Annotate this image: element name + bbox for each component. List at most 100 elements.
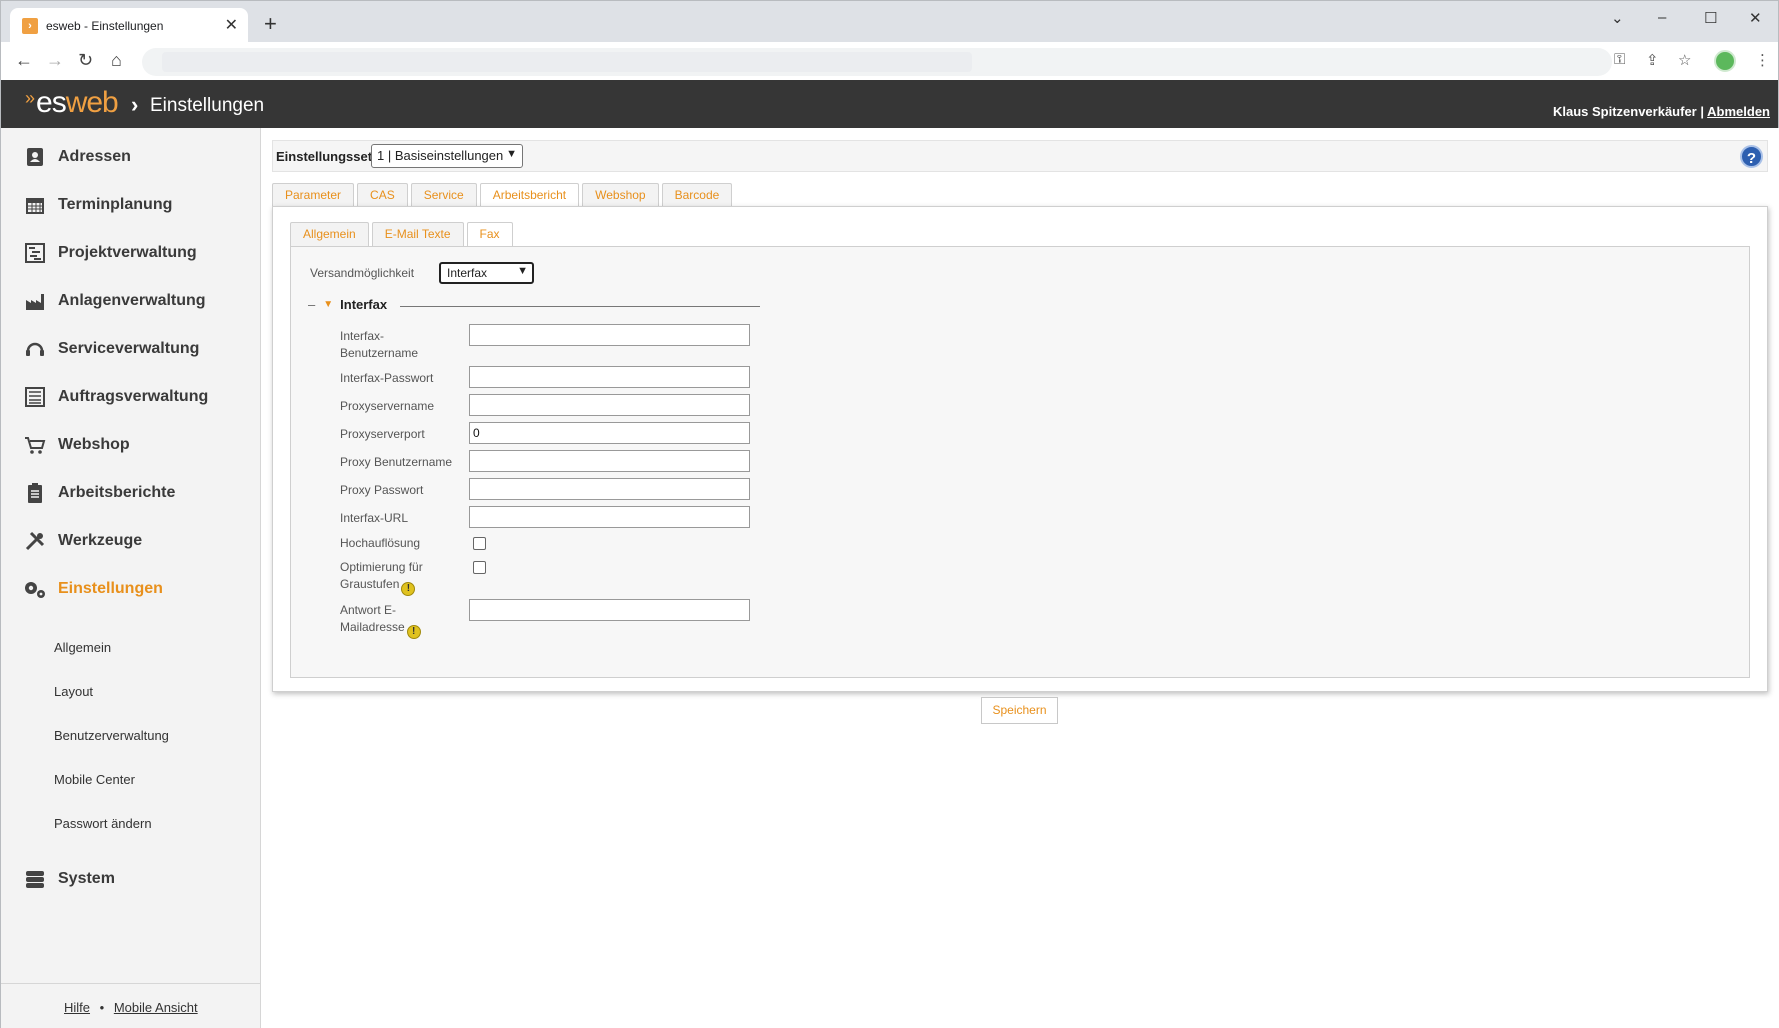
sidebar: Adressen Terminplanung Projektverwaltung… <box>0 128 261 1028</box>
sidebar-item-label: Arbeitsberichte <box>58 484 176 501</box>
grayscale-checkbox[interactable] <box>473 561 486 574</box>
versand-label: Versandmöglichkeit <box>310 266 415 280</box>
sidebar-subitem-benutzerverwaltung[interactable]: Benutzerverwaltung <box>54 728 169 743</box>
sidebar-item-terminplanung[interactable]: Terminplanung <box>22 190 172 220</box>
factory-icon <box>22 288 48 314</box>
sidebar-item-auftragsverwaltung[interactable]: Auftragsverwaltung <box>22 382 208 412</box>
hires-checkbox[interactable] <box>473 537 486 550</box>
triangle-down-icon: ▼ <box>323 299 334 310</box>
sidebar-item-label: Anlagenverwaltung <box>58 292 206 309</box>
password-input[interactable] <box>469 366 750 388</box>
forward-icon[interactable]: → <box>46 50 64 71</box>
close-window-button[interactable]: ✕ <box>1749 9 1762 27</box>
sidebar-item-arbeitsberichte[interactable]: Arbeitsberichte <box>22 478 175 508</box>
sidebar-item-adressen[interactable]: Adressen <box>22 142 131 172</box>
menu-icon[interactable]: ⋮ <box>1755 51 1770 69</box>
username-label: Interfax- Benutzername <box>340 328 418 362</box>
reload-icon[interactable]: ↻ <box>78 50 93 71</box>
sidebar-item-serviceverwaltung[interactable]: Serviceverwaltung <box>22 334 199 364</box>
proxyname-input[interactable] <box>469 394 750 416</box>
subtab-fax[interactable]: Fax <box>466 222 513 247</box>
esweb-favicon-icon: › <box>22 18 38 34</box>
new-tab-button[interactable]: + <box>264 13 277 35</box>
star-icon[interactable]: ☆ <box>1678 51 1691 69</box>
sidebar-item-anlagenverwaltung[interactable]: Anlagenverwaltung <box>22 286 206 316</box>
page-title: Einstellungen <box>150 95 265 116</box>
proxyuser-label: Proxy Benutzername <box>340 455 453 469</box>
tab-search-icon[interactable]: ⌄ <box>1611 9 1624 27</box>
footer-dot: • <box>99 1000 105 1015</box>
logout-link[interactable]: Abmelden <box>1707 104 1770 119</box>
tab-close-icon[interactable]: ✕ <box>225 15 238 35</box>
proxyport-input[interactable] <box>469 422 750 444</box>
versand-select[interactable]: Interfax ▼ <box>439 262 534 284</box>
grayscale-label-line2: Graustufen <box>340 577 400 591</box>
tab-cas[interactable]: CAS <box>357 183 408 207</box>
tab-barcode[interactable]: Barcode <box>661 183 733 207</box>
back-icon[interactable]: ← <box>15 50 33 71</box>
sidebar-item-projektverwaltung[interactable]: Projektverwaltung <box>22 238 197 268</box>
chevron-down-icon: ▼ <box>506 148 517 160</box>
sidebar-item-einstellungen[interactable]: Einstellungen <box>22 574 163 604</box>
warning-icon[interactable]: ! <box>401 582 416 596</box>
username-input[interactable] <box>469 324 750 346</box>
sidebar-item-label: Serviceverwaltung <box>58 340 200 357</box>
esweb-logo[interactable]: »esweb <box>25 86 119 120</box>
proxypass-input[interactable] <box>469 478 750 500</box>
sidebar-footer: Hilfe • Mobile Ansicht <box>1 983 261 1028</box>
sidebar-subitem-mobile-center[interactable]: Mobile Center <box>54 772 135 787</box>
reply-label-line1: Antwort E- <box>340 603 397 617</box>
sidebar-item-label: Projektverwaltung <box>58 244 197 261</box>
sidebar-item-label: Auftragsverwaltung <box>58 388 209 405</box>
reply-label-line2: Mailadresse <box>340 620 405 634</box>
help-link[interactable]: Hilfe <box>64 1000 90 1015</box>
gears-icon <box>22 576 48 602</box>
interfax-fieldset-toggle[interactable]: – ▼ Interfax <box>308 297 387 312</box>
sidebar-item-system[interactable]: System <box>22 864 115 894</box>
sidebar-item-label: System <box>58 870 115 887</box>
save-button[interactable]: Speichern <box>981 697 1058 724</box>
tab-service[interactable]: Service <box>410 183 477 207</box>
tab-parameter[interactable]: Parameter <box>272 183 355 207</box>
versand-value: Interfax <box>447 266 488 280</box>
sidebar-subitem-allgemein[interactable]: Allgemein <box>54 640 111 655</box>
main-tabs: Parameter CAS Service Arbeitsbericht Web… <box>272 183 735 208</box>
tab-webshop[interactable]: Webshop <box>582 183 659 207</box>
sidebar-item-label: Adressen <box>58 148 131 165</box>
sidebar-item-werkzeuge[interactable]: Werkzeuge <box>22 526 142 556</box>
sub-tabs: Allgemein E-Mail Texte Fax <box>290 222 516 247</box>
password-label: Interfax-Passwort <box>340 371 434 385</box>
minimize-button[interactable]: – <box>1658 9 1666 26</box>
list-icon <box>22 384 48 410</box>
browser-tab[interactable]: › esweb - Einstellungen ✕ <box>10 8 248 43</box>
profile-avatar[interactable] <box>1714 50 1736 72</box>
sidebar-subitem-layout[interactable]: Layout <box>54 684 93 699</box>
subtab-email-texte[interactable]: E-Mail Texte <box>371 222 464 246</box>
tab-arbeitsbericht[interactable]: Arbeitsbericht <box>479 183 580 208</box>
sidebar-item-webshop[interactable]: Webshop <box>22 430 130 460</box>
home-icon[interactable]: ⌂ <box>111 50 122 71</box>
server-icon <box>22 866 48 892</box>
hires-label: Hochauflösung <box>340 536 421 550</box>
key-icon[interactable]: ⚿ <box>1614 51 1625 68</box>
reply-email-input[interactable] <box>469 599 750 621</box>
url-input[interactable] <box>469 506 750 528</box>
address-bar[interactable] <box>142 48 1612 76</box>
settingset-select[interactable]: 1 | Basiseinstellungen ▼ <box>371 144 523 168</box>
share-icon[interactable]: ⇪ <box>1646 51 1659 69</box>
mobile-view-link[interactable]: Mobile Ansicht <box>114 1000 198 1015</box>
help-icon[interactable]: ? <box>1740 145 1763 168</box>
fieldset-title: Interfax <box>340 297 388 312</box>
settingset-label: Einstellungsset <box>276 149 373 164</box>
warning-icon[interactable]: ! <box>406 625 421 639</box>
username-label-line1: Interfax- <box>340 329 385 343</box>
calendar-icon <box>22 192 48 218</box>
proxyuser-input[interactable] <box>469 450 750 472</box>
clipboard-icon <box>22 480 48 506</box>
maximize-button[interactable]: ☐ <box>1704 9 1717 27</box>
subtab-allgemein[interactable]: Allgemein <box>290 222 369 246</box>
sidebar-subitem-passwort-aendern[interactable]: Passwort ändern <box>54 816 152 831</box>
proxyport-label: Proxyserverport <box>340 427 425 441</box>
browser-toolbar: ← → ↻ ⌂ ⚿ ⇪ ☆ ⋮ <box>0 42 1779 80</box>
collapse-icon: – <box>308 297 316 312</box>
